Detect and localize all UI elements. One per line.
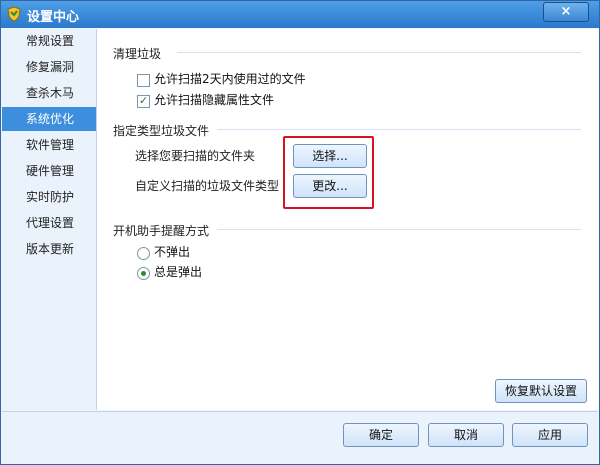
radio-selected-dot	[141, 271, 146, 276]
section-title-types: 指定类型垃圾文件	[113, 124, 210, 138]
window-title: 设置中心	[27, 10, 80, 25]
sidebar-item-trojan-scan[interactable]: 查杀木马	[2, 81, 96, 105]
section-divider	[217, 229, 581, 230]
checkbox-scan-recent-files[interactable]	[137, 74, 150, 87]
check-icon: ✓	[139, 94, 149, 107]
close-button[interactable]: ×	[543, 2, 589, 22]
sidebar-item-version-update[interactable]: 版本更新	[2, 237, 96, 261]
label-always-popup: 总是弹出	[154, 265, 203, 279]
label-no-popup: 不弹出	[154, 245, 191, 259]
label-scan-recent-files: 允许扫描2天内使用过的文件	[154, 72, 306, 86]
sidebar-item-repair-vulnerability[interactable]: 修复漏洞	[2, 55, 96, 79]
label-custom-file-types: 自定义扫描的垃圾文件类型	[135, 179, 280, 193]
sidebar-item-general[interactable]: 常规设置	[2, 29, 96, 53]
sidebar-item-realtime-protection[interactable]: 实时防护	[2, 185, 96, 209]
section-title-clean: 清理垃圾	[113, 47, 162, 61]
settings-window: 设置中心 × 常规设置 修复漏洞 查杀木马 系统优化 软件管理 硬件管理 实时防…	[0, 0, 600, 465]
ok-button[interactable]: 确定	[343, 423, 419, 447]
apply-button[interactable]: 应用	[512, 423, 588, 447]
sidebar-item-system-optimization[interactable]: 系统优化	[2, 107, 96, 131]
radio-no-popup[interactable]	[137, 247, 150, 260]
restore-defaults-button[interactable]: 恢复默认设置	[495, 379, 587, 403]
settings-sidebar: 常规设置 修复漏洞 查杀木马 系统优化 软件管理 硬件管理 实时防护 代理设置 …	[2, 29, 97, 410]
label-scan-hidden-files: 允许扫描隐藏属性文件	[154, 93, 275, 107]
settings-content: 清理垃圾 允许扫描2天内使用过的文件 ✓ 允许扫描隐藏属性文件 指定类型垃圾文件…	[97, 29, 599, 410]
section-divider	[177, 52, 581, 53]
dialog-footer: 确定 取消 应用	[2, 411, 598, 464]
section-divider	[217, 129, 581, 130]
sidebar-item-hardware-management[interactable]: 硬件管理	[2, 159, 96, 183]
sidebar-item-proxy-settings[interactable]: 代理设置	[2, 211, 96, 235]
highlight-box	[283, 136, 374, 209]
title-bar: 设置中心 ×	[1, 1, 599, 28]
checkbox-scan-hidden-files[interactable]: ✓	[137, 95, 150, 108]
shield-logo-icon	[7, 6, 21, 22]
section-title-reminder: 开机助手提醒方式	[113, 224, 210, 238]
sidebar-item-software-management[interactable]: 软件管理	[2, 133, 96, 157]
label-select-folder: 选择您要扫描的文件夹	[135, 149, 256, 163]
cancel-button[interactable]: 取消	[428, 423, 504, 447]
radio-always-popup[interactable]	[137, 267, 150, 280]
